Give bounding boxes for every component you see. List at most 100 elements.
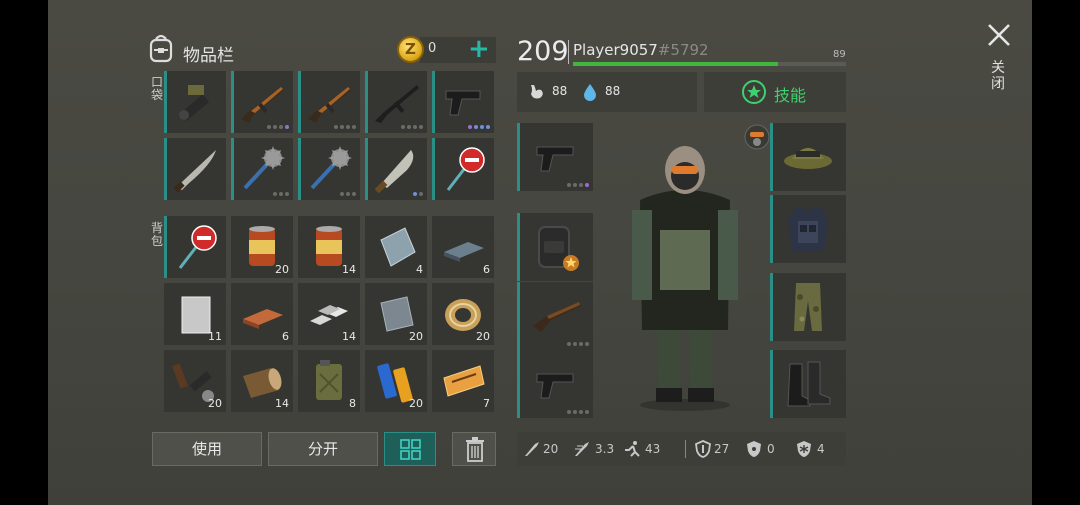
coupon-icon: [443, 365, 485, 397]
trash-button[interactable]: [452, 432, 496, 466]
equip-slot-body[interactable]: [770, 195, 846, 263]
player-name: Player9057#5792: [573, 41, 709, 59]
backpack-slot[interactable]: 20: [164, 350, 226, 412]
skills-button[interactable]: 技能: [704, 72, 846, 112]
jerrycan-icon: [316, 360, 342, 400]
hunger-value: 88: [552, 84, 568, 98]
backpack-slot[interactable]: 14: [231, 350, 293, 412]
rarity-dots: [340, 192, 356, 196]
item-count: 20: [208, 397, 222, 410]
backpack-slot[interactable]: 20: [432, 283, 494, 345]
pocket-slot[interactable]: [365, 138, 427, 200]
pocket-slot[interactable]: [164, 71, 226, 133]
equip-slot-feet[interactable]: [770, 350, 846, 418]
grid-icon: [400, 439, 421, 460]
pocket-slot[interactable]: [298, 138, 360, 200]
radiation-shield-icon: [747, 441, 761, 457]
rarity-dots: [267, 125, 289, 129]
backpack-label: 背包: [150, 221, 163, 248]
pocket-slot[interactable]: [164, 138, 226, 200]
backpack-slot[interactable]: [164, 216, 226, 278]
backpack-slot[interactable]: 20: [365, 283, 427, 345]
add-coins-button[interactable]: +: [468, 35, 490, 63]
backpack-slot[interactable]: 7: [432, 350, 494, 412]
backpack-slot[interactable]: 20: [231, 216, 293, 278]
pocket-slot[interactable]: [231, 71, 293, 133]
item-count: 4: [416, 263, 423, 276]
attack-speed-icon: [575, 442, 589, 456]
machete-icon: [173, 150, 216, 193]
close-label[interactable]: 关闭: [991, 60, 1005, 92]
player-tag: #5792: [657, 41, 709, 59]
cleaver-icon: [374, 150, 414, 194]
tactical-backpack-icon: [538, 226, 579, 271]
item-count: 6: [282, 330, 289, 343]
close-icon[interactable]: [986, 22, 1012, 48]
equip-slot-pistol[interactable]: [517, 123, 593, 191]
equip-slot-legs[interactable]: [770, 273, 846, 341]
use-button[interactable]: 使用: [152, 432, 262, 466]
item-count: 20: [476, 330, 490, 343]
item-count: 11: [208, 330, 222, 343]
camo-pants-icon: [794, 283, 822, 331]
pistol-icon: [536, 373, 574, 399]
equip-slot-backpack[interactable]: [517, 213, 593, 281]
grenade-launcher-icon: [179, 85, 210, 122]
xp-value: 89: [833, 49, 846, 60]
equip-slot-head[interactable]: [770, 123, 846, 191]
backpack-slot[interactable]: 14: [298, 216, 360, 278]
xp-bar: [573, 62, 846, 66]
item-count: 8: [349, 397, 356, 410]
backpack-slot[interactable]: 8: [298, 350, 360, 412]
pocket-slot[interactable]: [365, 71, 427, 133]
backpack-slot[interactable]: 11: [164, 283, 226, 345]
player-level: 209: [517, 36, 569, 67]
backpack-slot[interactable]: 4: [365, 216, 427, 278]
backpack-slot[interactable]: 20: [365, 350, 427, 412]
item-count: 20: [409, 330, 423, 343]
backpack-slot[interactable]: 14: [298, 283, 360, 345]
backpack-slot[interactable]: 6: [231, 283, 293, 345]
coin-count: 0: [428, 41, 437, 56]
knife-icon: [525, 442, 539, 456]
item-count: 7: [483, 397, 490, 410]
sort-grid-button[interactable]: [384, 432, 436, 466]
equip-slot-sidearm[interactable]: [517, 350, 593, 418]
divider: [685, 440, 686, 458]
stop-sign-icon: [178, 225, 217, 269]
screen-edge: [1032, 0, 1080, 505]
shotgun-icon: [533, 302, 581, 332]
gas-mask-icon: [744, 124, 770, 150]
vitals-box: 88 88: [517, 72, 697, 112]
copper-bar-icon: [243, 309, 283, 329]
pocket-slot[interactable]: [432, 138, 494, 200]
rarity-dots: [401, 125, 423, 129]
backpack-slot[interactable]: 6: [432, 216, 494, 278]
attack-speed-value: 3.3: [595, 442, 615, 456]
cold-resistance-value: 4: [817, 442, 825, 456]
rarity-dots: [468, 125, 490, 129]
stomach-icon: [531, 85, 543, 99]
boots-icon: [787, 361, 831, 407]
item-count: 20: [409, 397, 423, 410]
player-name-text: Player9057: [573, 41, 658, 59]
star-icon: [742, 80, 766, 104]
pistol-icon: [445, 90, 481, 116]
boonie-hat-icon: [784, 148, 832, 169]
pocket-slot[interactable]: [298, 71, 360, 133]
running-icon: [625, 441, 640, 457]
rarity-dots: [413, 192, 423, 196]
rarity-dots: [334, 125, 356, 129]
item-count: 14: [342, 263, 356, 276]
iron-bar-icon: [444, 242, 484, 262]
pocket-slot[interactable]: [432, 71, 494, 133]
item-count: 14: [342, 330, 356, 343]
coin-icon: Z: [397, 36, 424, 63]
m16-rifle-icon: [375, 85, 419, 123]
backpack-icon: [149, 34, 173, 63]
pocket-slot[interactable]: [231, 138, 293, 200]
split-button[interactable]: 分开: [268, 432, 378, 466]
armor-value: 27: [714, 442, 730, 456]
move-speed-value: 43: [645, 442, 661, 456]
equip-slot-shotgun[interactable]: [517, 282, 593, 350]
